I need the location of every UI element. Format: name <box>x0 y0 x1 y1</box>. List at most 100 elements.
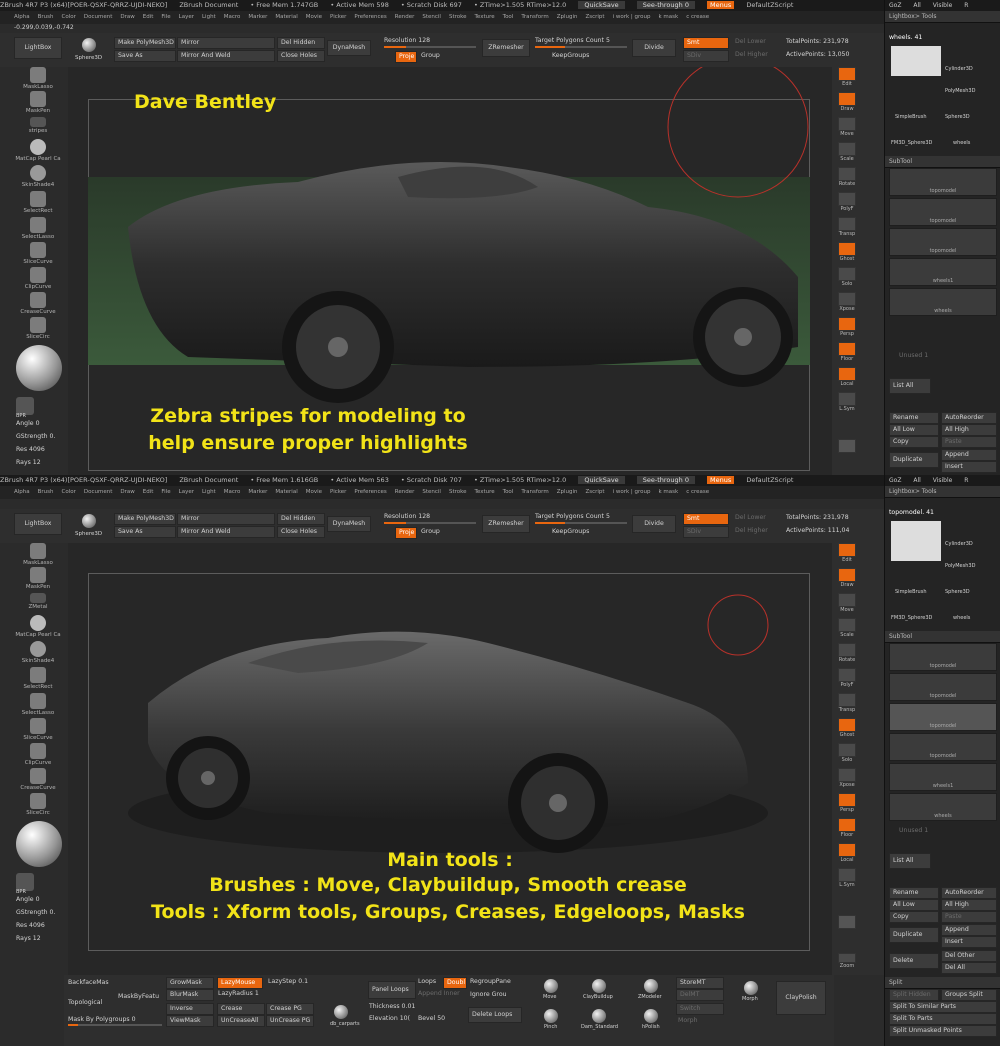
see-through-slider[interactable]: See-through 0 <box>636 476 695 484</box>
insert-button[interactable]: Insert <box>941 936 997 948</box>
loops-slider[interactable]: Loops <box>418 978 436 985</box>
move-button[interactable]: Move <box>836 593 858 617</box>
slicecurve-tool[interactable]: SliceCurve <box>14 242 62 265</box>
slicecirc-tool[interactable]: SliceCirc <box>14 793 62 816</box>
menu-item[interactable]: Transform <box>521 489 548 495</box>
del-other-button[interactable]: Del Other <box>941 950 997 962</box>
creasecurve-tool[interactable]: CreaseCurve <box>14 292 62 315</box>
menu-item[interactable]: Zscript <box>585 489 604 495</box>
store-mt-button[interactable]: StoreMT <box>676 977 724 989</box>
ghost-button[interactable]: Ghost <box>836 718 858 742</box>
subtool-item[interactable]: wheels <box>889 288 997 316</box>
copy-button[interactable]: Copy <box>889 911 939 923</box>
selectlasso-tool[interactable]: SelectLasso <box>14 693 62 716</box>
edit-button[interactable]: Edit <box>836 543 858 567</box>
autoreorder-button[interactable]: AutoReorder <box>941 887 997 899</box>
bevel-slider[interactable]: Bevel 50 <box>418 1015 445 1022</box>
menus-button[interactable]: Menus <box>707 1 735 9</box>
menu-item[interactable]: Document <box>84 14 113 20</box>
menu-item[interactable]: Picker <box>330 489 346 495</box>
selectrect-tool[interactable]: SelectRect <box>14 191 62 214</box>
rename-button[interactable]: Rename <box>889 412 939 424</box>
duplicate-button[interactable]: Duplicate <box>889 927 939 943</box>
current-tool[interactable]: topomodel. 41 <box>889 509 934 516</box>
lightbox-button[interactable]: LightBox <box>14 37 62 59</box>
target-polygons-slider[interactable]: Target Polygons Count 5 <box>535 37 610 44</box>
keep-groups-toggle[interactable]: KeepGroups <box>552 52 589 59</box>
menu-item[interactable]: Preferences <box>354 14 386 20</box>
menu-item[interactable]: Stroke <box>449 489 467 495</box>
thumb-polymesh3d[interactable]: PolyMesh3D <box>945 88 975 94</box>
menu-item[interactable]: Stroke <box>449 14 467 20</box>
menu-item[interactable]: File <box>161 14 170 20</box>
thumb-fm3d-sphere3d[interactable]: FM3D_Sphere3D <box>891 615 932 621</box>
rays-slider[interactable]: Rays 12 <box>16 459 41 466</box>
save-as-button[interactable]: Save As <box>114 50 176 62</box>
menu-item[interactable]: Macro <box>224 14 241 20</box>
gstrength-slider[interactable]: GStrength 0. <box>16 909 55 916</box>
transp-button[interactable]: Transp <box>836 693 858 717</box>
divide-button[interactable]: Divide <box>632 515 676 533</box>
thumb-sphere3d[interactable]: Sphere3D <box>945 114 970 120</box>
menu-item[interactable]: Document <box>84 489 113 495</box>
material-sphere-preview[interactable] <box>16 821 62 867</box>
uncrease-all-button[interactable]: UnCreaseAll <box>217 1015 265 1027</box>
blur-mask-button[interactable]: BlurMask <box>166 989 214 1001</box>
angle-slider[interactable]: Angle 0 <box>16 896 40 903</box>
pinch-brush-icon[interactable] <box>544 1009 558 1023</box>
uncrease-pg-button[interactable]: UnCrease PG <box>266 1015 314 1027</box>
subtool-item-selected[interactable]: topomodel <box>889 703 997 731</box>
target-polygons-slider[interactable]: Target Polygons Count 5 <box>535 513 610 520</box>
menu-item[interactable]: Brush <box>38 489 54 495</box>
subtool-item[interactable]: topomodel <box>889 673 997 701</box>
creasecurve-tool[interactable]: CreaseCurve <box>14 768 62 791</box>
delete-loops-button[interactable]: Delete Loops <box>468 1007 522 1023</box>
matcap-pearl-material[interactable]: MatCap Pearl Ca <box>14 615 62 638</box>
menu-item[interactable]: Draw <box>120 489 134 495</box>
claypolish-button[interactable]: ClayPolish <box>776 981 826 1015</box>
move-brush-icon[interactable] <box>544 979 558 993</box>
lightbox-tools-button[interactable]: Lightbox> Tools <box>885 11 1000 23</box>
hpolish-brush-icon[interactable] <box>644 1009 658 1023</box>
thumb-fm3d-sphere3d[interactable]: FM3D_Sphere3D <box>891 140 932 146</box>
menu-item[interactable]: Stencil <box>422 489 441 495</box>
scale-button[interactable]: Scale <box>836 142 858 166</box>
del-higher-button[interactable]: Del Higher <box>735 527 768 534</box>
visible-button[interactable]: Visible <box>933 2 953 9</box>
move-button[interactable]: Move <box>836 117 858 141</box>
transp-button[interactable]: Transp <box>836 217 858 241</box>
split-unmasked-points-button[interactable]: Split Unmasked Points <box>889 1025 997 1037</box>
thumb-cylinder3d[interactable]: Cylinder3D <box>945 66 973 72</box>
db-carparts-icon[interactable] <box>334 1005 348 1019</box>
menu-item[interactable]: Light <box>202 489 216 495</box>
all-low-button[interactable]: All Low <box>889 899 939 911</box>
menu-item[interactable]: File <box>161 489 170 495</box>
menu-item[interactable]: Movie <box>306 489 322 495</box>
xpose-button[interactable]: Xpose <box>836 768 858 792</box>
polyf-button[interactable]: PolyF <box>836 668 858 692</box>
skinshade-material[interactable]: SkinShade4 <box>14 165 62 188</box>
all-button[interactable]: All <box>913 477 920 484</box>
skinshade-material[interactable]: SkinShade4 <box>14 641 62 664</box>
material-sphere-preview[interactable] <box>16 345 62 391</box>
group-toggle[interactable]: Group <box>421 528 440 535</box>
menu-item[interactable]: Alpha <box>14 14 30 20</box>
menu-item[interactable]: Transform <box>521 14 548 20</box>
current-tool-thumb[interactable] <box>891 46 941 76</box>
menu-item[interactable]: k mask <box>659 489 679 495</box>
menu-item[interactable]: Brush <box>38 14 54 20</box>
menu-item[interactable]: Texture <box>475 489 495 495</box>
thumb-wheels[interactable]: wheels <box>953 615 970 621</box>
menu-item[interactable]: i work | group <box>613 489 651 495</box>
thumb-wheels[interactable]: wheels <box>953 140 970 146</box>
all-high-button[interactable]: All High <box>941 899 997 911</box>
sdiv-slider[interactable]: SDiv <box>683 50 729 62</box>
mirror-and-weld-button[interactable]: Mirror And Weld <box>177 50 275 62</box>
floor-button[interactable]: Floor <box>836 818 858 842</box>
menu-item[interactable]: Texture <box>475 14 495 20</box>
inverse-button[interactable]: Inverse <box>166 1003 214 1015</box>
current-tool[interactable]: wheels. 41 <box>889 34 922 41</box>
visible-button[interactable]: Visible <box>933 477 953 484</box>
list-all-button[interactable]: List All <box>889 853 931 869</box>
local-button[interactable]: Local <box>836 367 858 391</box>
